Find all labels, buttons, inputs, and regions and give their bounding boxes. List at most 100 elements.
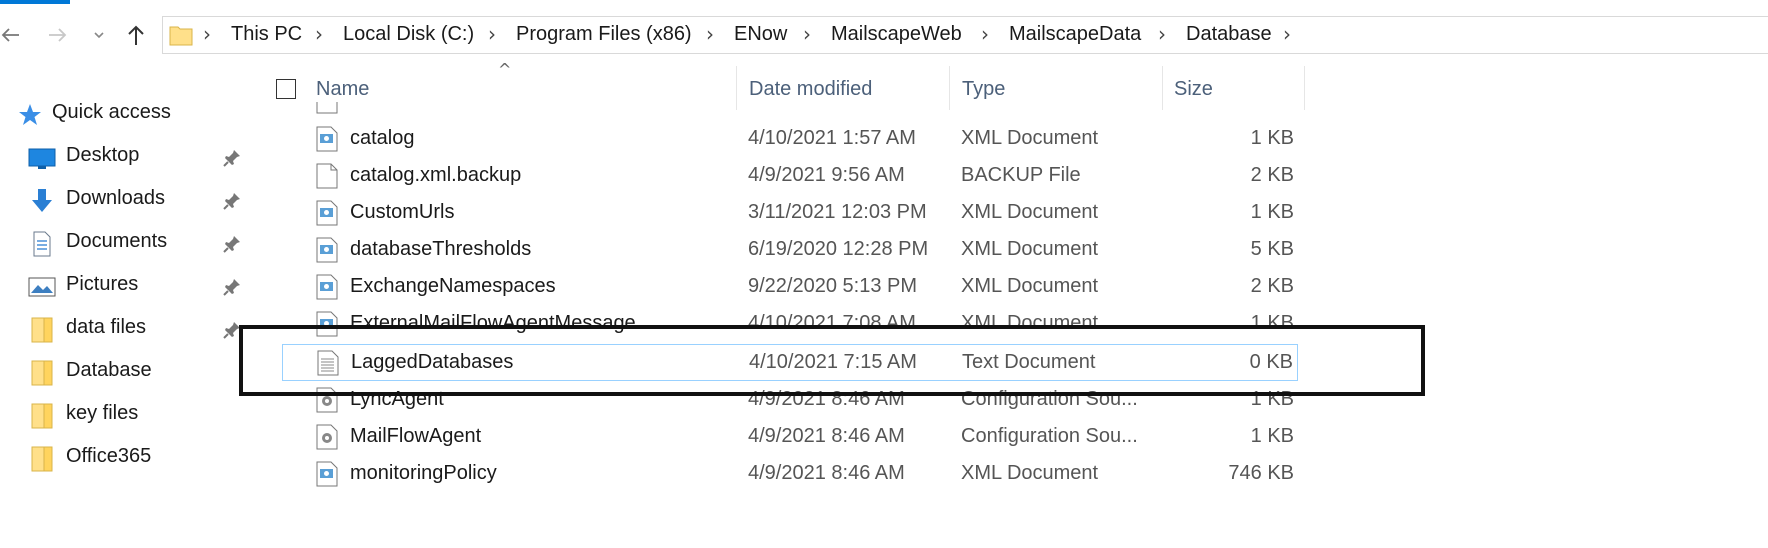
file-name: ExternalMailFlowAgentMessage	[350, 312, 636, 334]
breadcrumb-separator-icon[interactable]: ›	[1158, 22, 1166, 46]
file-date: 9/22/2020 5:13 PM	[748, 275, 918, 297]
address-bar[interactable]: › This PC › Local Disk (C:) › Program Fi…	[162, 16, 1768, 54]
select-all-checkbox[interactable]	[276, 79, 296, 99]
column-header-name[interactable]: Name	[316, 78, 369, 101]
breadcrumb-separator-icon[interactable]: ›	[706, 22, 714, 46]
file-size: 1 KB	[1250, 425, 1294, 447]
sidebar-item-downloads[interactable]: Downloads	[0, 181, 255, 223]
table-row[interactable]	[270, 102, 1310, 118]
breadcrumb-separator-icon[interactable]: ›	[488, 22, 496, 46]
pin-icon[interactable]	[222, 234, 242, 254]
breadcrumb-separator-icon[interactable]: ›	[203, 22, 211, 46]
breadcrumb-separator-icon[interactable]: ›	[803, 22, 811, 46]
file-date: 3/11/2021 12:03 PM	[748, 201, 927, 223]
pin-icon[interactable]	[222, 148, 242, 168]
pin-icon[interactable]	[222, 191, 242, 211]
table-row[interactable]: MailFlowAgent 4/9/2021 8:46 AM Configura…	[270, 419, 1310, 456]
breadcrumb-local-disk[interactable]: Local Disk (C:)	[343, 23, 474, 46]
back-arrow-icon[interactable]	[0, 18, 28, 52]
file-name: CustomUrls	[350, 201, 455, 223]
sidebar-item-key-files[interactable]: key files	[0, 396, 255, 438]
folder-icon	[169, 23, 193, 47]
file-size: 1 KB	[1250, 127, 1294, 149]
file-date: 4/9/2021 8:46 AM	[748, 425, 905, 447]
sidebar-item-desktop[interactable]: Desktop	[0, 138, 255, 180]
up-arrow-icon[interactable]	[118, 18, 154, 52]
file-type: XML Document	[961, 312, 1099, 334]
sidebar-item-label: Quick access	[52, 101, 171, 123]
star-icon	[16, 101, 44, 129]
file-size: 1 KB	[1250, 312, 1294, 334]
column-header-size[interactable]: Size	[1174, 78, 1213, 101]
pin-icon[interactable]	[222, 277, 242, 297]
table-row[interactable]: LyncAgent 4/9/2021 8:46 AM Configuration…	[270, 382, 1310, 419]
sidebar-item-documents[interactable]: Documents	[0, 224, 255, 266]
sidebar-item-label: Office365	[66, 445, 152, 467]
table-row[interactable]: CustomUrls 3/11/2021 12:03 PM XML Docume…	[270, 195, 1310, 232]
table-row[interactable]: catalog 4/10/2021 1:57 AM XML Document 1…	[270, 121, 1310, 158]
sidebar-item-label: Database	[66, 359, 152, 381]
breadcrumb-program-files[interactable]: Program Files (x86)	[516, 23, 692, 46]
desktop-icon	[28, 144, 56, 172]
file-type: XML Document	[961, 127, 1099, 149]
xml-file-icon	[316, 237, 338, 263]
file-name: catalog.xml.backup	[350, 164, 522, 186]
file-type: Configuration Sou...	[961, 388, 1138, 410]
file-name: databaseThresholds	[350, 238, 532, 260]
file-name: MailFlowAgent	[350, 425, 482, 447]
file-date: 4/9/2021 8:46 AM	[748, 462, 905, 484]
table-row[interactable]: monitoringPolicy 4/9/2021 8:46 AM XML Do…	[270, 456, 1310, 493]
folder-icon	[28, 359, 56, 387]
breadcrumb-mailscapeweb[interactable]: MailscapeWeb	[831, 23, 962, 46]
sidebar-item-label: key files	[66, 402, 139, 424]
breadcrumb-separator-icon[interactable]: ›	[981, 22, 989, 46]
table-row[interactable]: ExternalMailFlowAgentMessage 4/10/2021 7…	[270, 306, 1310, 343]
table-row[interactable]: catalog.xml.backup 4/9/2021 9:56 AM BACK…	[270, 158, 1310, 195]
breadcrumb-enow[interactable]: ENow	[734, 23, 787, 46]
file-type: XML Document	[961, 275, 1099, 297]
sidebar-item-data-files[interactable]: data files	[0, 310, 255, 352]
file-name: ExchangeNamespaces	[350, 275, 556, 297]
chevron-down-icon[interactable]	[84, 18, 114, 52]
file-type: XML Document	[961, 201, 1099, 223]
sidebar-item-database[interactable]: Database	[0, 353, 255, 395]
file-name: catalog	[350, 127, 415, 149]
breadcrumb-separator-icon[interactable]: ›	[1283, 22, 1291, 46]
file-date: 4/10/2021 1:57 AM	[748, 127, 916, 149]
breadcrumb-separator-icon[interactable]: ›	[315, 22, 323, 46]
table-row[interactable]: ExchangeNamespaces 9/22/2020 5:13 PM XML…	[270, 269, 1310, 306]
table-row-selected[interactable]: LaggedDatabases 4/10/2021 7:15 AM Text D…	[282, 344, 1298, 381]
pin-icon[interactable]	[222, 320, 242, 340]
sidebar-item-label: Pictures	[66, 273, 139, 295]
file-type: XML Document	[961, 462, 1099, 484]
breadcrumb-mailscapedata[interactable]: MailscapeData	[1009, 23, 1141, 46]
file-date: 4/10/2021 7:08 AM	[748, 312, 916, 334]
sidebar-item-label: Desktop	[66, 144, 140, 166]
breadcrumb-database[interactable]: Database	[1186, 23, 1272, 46]
file-type: XML Document	[961, 238, 1099, 260]
sidebar-item-label: Documents	[66, 230, 168, 252]
file-name: LaggedDatabases	[351, 351, 514, 373]
sidebar-item-office365[interactable]: Office365	[0, 439, 255, 481]
sort-ascending-icon: ^	[498, 60, 512, 79]
xml-file-icon	[316, 200, 338, 226]
file-list: ^ Name Date modified Type Size catalog 4…	[270, 60, 1768, 548]
sidebar-item-pictures[interactable]: Pictures	[0, 267, 255, 309]
config-file-icon	[316, 424, 338, 450]
column-header-date-modified[interactable]: Date modified	[749, 78, 872, 101]
xml-file-icon	[316, 102, 338, 114]
breadcrumb-this-pc[interactable]: This PC	[231, 23, 302, 46]
xml-file-icon	[316, 126, 338, 152]
xml-file-icon	[316, 274, 338, 300]
download-icon	[28, 187, 56, 215]
sidebar-item-quick-access[interactable]: Quick access	[0, 95, 255, 137]
forward-arrow-icon[interactable]	[40, 18, 76, 52]
file-type: Configuration Sou...	[961, 425, 1138, 447]
file-date: 4/10/2021 7:15 AM	[749, 351, 917, 373]
blank-file-icon	[316, 163, 338, 189]
column-header-type[interactable]: Type	[962, 78, 1005, 101]
file-name: LyncAgent	[350, 388, 444, 410]
file-size: 2 KB	[1250, 164, 1294, 186]
table-row[interactable]: databaseThresholds 6/19/2020 12:28 PM XM…	[270, 232, 1310, 269]
documents-icon	[28, 230, 56, 258]
